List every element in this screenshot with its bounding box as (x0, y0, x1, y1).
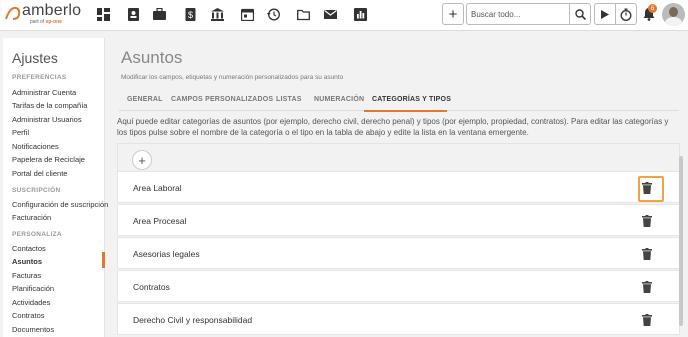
sidebar-item-administrar-cuenta[interactable]: Administrar Cuenta (12, 88, 76, 97)
sidebar-item-facturas[interactable]: Facturas (12, 271, 41, 280)
billing-icon[interactable]: $ (182, 6, 198, 22)
tab-general[interactable]: GENERAL (127, 96, 163, 103)
sidebar-item-facturacion[interactable]: Facturación (12, 213, 51, 222)
category-name[interactable]: Area Procesal (133, 216, 186, 226)
folder-icon[interactable] (295, 6, 311, 22)
page-scrollbar[interactable] (679, 156, 683, 326)
search-icon (574, 8, 586, 20)
tab-listas[interactable]: LISTAS (276, 96, 302, 103)
brand-name: amberlo (22, 2, 82, 19)
category-name[interactable]: Asesorias legales (133, 249, 200, 259)
history-icon[interactable] (265, 6, 281, 22)
add-new-button[interactable]: + (442, 3, 464, 25)
sidebar-item-actividades[interactable]: Actividades (12, 298, 50, 307)
category-row[interactable]: Area Procesal (117, 204, 680, 236)
settings-tabs: GENERAL CAMPOS PERSONALIZADOS LISTAS NUM… (119, 90, 679, 111)
tab-numeracion[interactable]: NUMERACIÓN (314, 96, 364, 103)
sidebar-item-documentos[interactable]: Documentos (12, 325, 54, 334)
calendar-icon[interactable] (239, 6, 255, 22)
sidebar-section-suscripcion: SUSCRIPCIÓN (12, 187, 61, 194)
brand-partof: part of ep-one (30, 19, 62, 25)
sidebar-item-asuntos[interactable]: Asuntos (12, 257, 42, 266)
tab-campos-personalizados[interactable]: CAMPOS PERSONALIZADOS (171, 96, 273, 103)
stopwatch-icon (620, 8, 632, 21)
category-row[interactable]: Area Laboral (117, 171, 680, 203)
category-name[interactable]: Area Laboral (133, 183, 182, 193)
bank-icon[interactable] (209, 6, 225, 22)
top-navigation-bar: amberlo part of ep-one $ + 6 (0, 0, 688, 31)
amberlo-logo[interactable]: amberlo part of ep-one (4, 2, 90, 28)
notification-badge: 6 (648, 4, 657, 13)
sidebar-item-tarifas[interactable]: Tarifas de la compañía (12, 101, 87, 110)
tab-categorias-y-tipos[interactable]: CATEGORÍAS Y TIPOS (372, 96, 451, 103)
search-input[interactable] (466, 3, 570, 25)
plus-icon: + (138, 152, 146, 168)
timer-button[interactable] (615, 3, 637, 25)
sidebar-item-planificacion[interactable]: Planificación (12, 284, 54, 293)
mail-icon[interactable] (322, 6, 338, 22)
category-row[interactable]: Contratos (117, 270, 680, 302)
sidebar-item-contratos[interactable]: Contratos (12, 311, 45, 320)
trash-icon[interactable] (642, 214, 656, 228)
trash-icon[interactable] (642, 280, 656, 294)
sidebar-item-notificaciones[interactable]: Notificaciones (12, 142, 59, 151)
category-row[interactable]: Asesorias legales (117, 237, 680, 269)
dashboard-icon[interactable] (95, 6, 111, 22)
category-name[interactable]: Derecho Civil y responsabilidad (133, 315, 252, 325)
search-button[interactable] (569, 3, 591, 25)
briefcase-icon[interactable] (151, 6, 167, 22)
trash-icon[interactable] (642, 181, 656, 195)
trash-icon[interactable] (642, 247, 656, 261)
active-tab-indicator (364, 110, 447, 112)
sidebar-item-perfil[interactable]: Perfil (12, 128, 29, 137)
sidebar-item-configuracion-suscripcion[interactable]: Configuración de suscripción (12, 200, 108, 209)
user-avatar[interactable] (662, 3, 685, 26)
trash-icon[interactable] (642, 313, 656, 327)
category-name[interactable]: Contratos (133, 282, 170, 292)
svg-text:$: $ (187, 10, 192, 20)
add-category-row: + (117, 143, 680, 171)
play-icon (601, 9, 609, 19)
sidebar-item-administrar-usuarios[interactable]: Administrar Usuarios (12, 115, 82, 124)
sidebar-title: Ajustes (12, 50, 58, 66)
page-title: Asuntos (121, 48, 183, 67)
sidebar-item-contactos[interactable]: Contactos (12, 244, 46, 253)
plus-icon: + (448, 5, 458, 23)
start-timer-button[interactable] (594, 3, 616, 25)
page-subtitle: Modificar los campos, etiquetas y numera… (121, 74, 344, 81)
sidebar-section-preferencias: PREFERENCIAS (12, 74, 67, 81)
section-description: Aquí puede editar categorías de asuntos … (117, 117, 669, 137)
sidebar-section-personaliza: PERSONALIZA (12, 231, 62, 238)
category-row[interactable]: Derecho Civil y responsabilidad (117, 303, 680, 335)
reports-icon[interactable] (352, 6, 368, 22)
sidebar-item-portal-cliente[interactable]: Portal del cliente (12, 169, 67, 178)
amberlo-logo-mark (5, 6, 21, 20)
categories-list: + Area Laboral Area Procesal Asesorias l… (117, 143, 680, 337)
sidebar-item-papelera[interactable]: Papelera de Reciclaje (12, 155, 85, 164)
settings-sidebar: Ajustes PREFERENCIAS Administrar Cuenta … (3, 38, 108, 337)
sidebar-active-indicator (102, 252, 105, 268)
add-category-button[interactable]: + (132, 150, 152, 170)
contacts-icon[interactable] (125, 6, 141, 22)
